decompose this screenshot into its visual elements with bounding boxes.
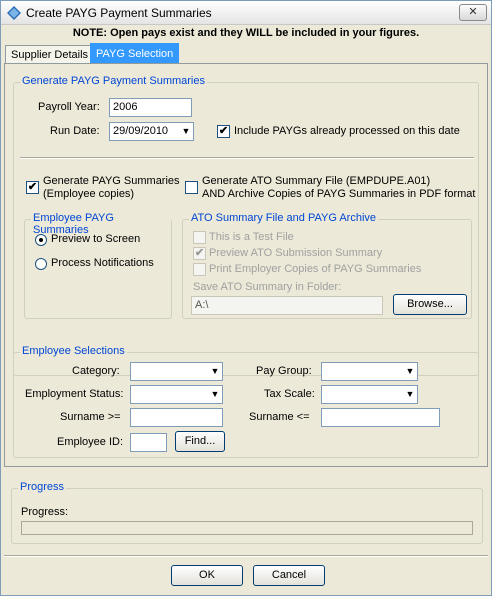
ato-summary-group: ATO Summary File and PAYG Archive This i… [182, 212, 472, 319]
category-select[interactable]: ▼ [130, 362, 223, 381]
process-notifications-radio[interactable] [35, 258, 47, 270]
check-icon: ✔ [194, 247, 205, 259]
print-employer-label: Print Employer Copies of PAYG Summaries [209, 263, 422, 275]
separator [20, 157, 474, 159]
footer-separator [4, 555, 488, 557]
gen-summaries-label-line1: Generate PAYG Summaries [43, 175, 180, 187]
generate-payg-legend: Generate PAYG Payment Summaries [20, 75, 207, 87]
chevron-down-icon: ▼ [403, 386, 417, 403]
employee-id-input[interactable] [130, 433, 167, 452]
pay-group-select[interactable]: ▼ [321, 362, 418, 381]
radio-dot [39, 238, 43, 242]
employment-status-select[interactable]: ▼ [130, 385, 223, 404]
gen-ato-label-line1: Generate ATO Summary File (EMPDUPE.A01) [202, 175, 431, 187]
print-employer-checkbox[interactable] [193, 263, 206, 276]
employee-payg-group: Employee PAYG Summaries Preview to Scree… [24, 212, 172, 319]
chevron-down-icon: ▼ [403, 363, 417, 380]
create-payg-dialog: Create PAYG Payment Summaries ✕ NOTE: Op… [0, 0, 492, 596]
surname-to-input[interactable] [321, 408, 440, 427]
close-icon: ✕ [468, 6, 478, 18]
payroll-year-label: Payroll Year: [38, 101, 100, 113]
tax-scale-label: Tax Scale: [264, 388, 315, 400]
test-file-checkbox[interactable] [193, 231, 206, 244]
check-icon: ✔ [27, 181, 38, 193]
preview-to-screen-label: Preview to Screen [51, 233, 141, 245]
progress-label: Progress: [21, 506, 69, 518]
open-pays-note: NOTE: Open pays exist and they WILL be i… [72, 27, 420, 39]
ok-button[interactable]: OK [171, 565, 243, 586]
gen-summaries-checkbox[interactable]: ✔ [26, 181, 39, 194]
ato-summary-legend: ATO Summary File and PAYG Archive [189, 212, 379, 224]
employee-selections-group: Employee Selections Category: ▼ Pay Grou… [13, 345, 479, 458]
tab-payg-selection[interactable]: PAYG Selection [90, 43, 180, 63]
payroll-year-input[interactable]: 2006 [109, 98, 192, 117]
run-date-value: 29/09/2010 [113, 125, 169, 137]
surname-from-input[interactable] [130, 408, 223, 427]
run-date-label: Run Date: [50, 125, 100, 137]
tax-scale-select[interactable]: ▼ [321, 385, 418, 404]
pay-group-label: Pay Group: [256, 365, 312, 377]
chevron-down-icon: ▼ [208, 386, 222, 403]
gen-ato-checkbox[interactable] [185, 181, 198, 194]
run-date-picker[interactable]: 29/09/2010 ▼ [109, 122, 194, 141]
app-diamond-icon [7, 6, 21, 20]
preview-ato-label: Preview ATO Submission Summary [209, 247, 383, 259]
gen-summaries-label-line2: (Employee copies) [43, 188, 135, 200]
employee-selections-legend: Employee Selections [20, 345, 127, 357]
category-label: Category: [72, 365, 120, 377]
include-processed-checkbox[interactable]: ✔ [217, 125, 230, 138]
include-processed-label: Include PAYGs already processed on this … [234, 125, 460, 137]
test-file-label: This is a Test File [209, 231, 294, 243]
employee-id-label: Employee ID: [57, 436, 124, 448]
surname-from-label: Surname >= [60, 411, 121, 423]
find-button[interactable]: Find... [175, 431, 225, 452]
window-title: Create PAYG Payment Summaries [26, 6, 212, 20]
progress-legend: Progress [18, 481, 67, 493]
process-notifications-label: Process Notifications [51, 257, 154, 269]
payg-selection-panel: Generate PAYG Payment Summaries Payroll … [4, 63, 488, 467]
preview-to-screen-radio[interactable] [35, 234, 47, 246]
employment-status-label: Employment Status: [25, 388, 124, 400]
gen-ato-label-line2: AND Archive Copies of PAYG Summaries in … [202, 188, 476, 200]
chevron-down-icon: ▼ [208, 363, 222, 380]
preview-ato-checkbox[interactable]: ✔ [193, 247, 206, 260]
browse-button[interactable]: Browse... [393, 294, 467, 315]
save-folder-input[interactable]: A:\ [191, 296, 383, 315]
progress-bar [21, 521, 473, 535]
save-folder-label: Save ATO Summary in Folder: [193, 281, 342, 293]
cancel-button[interactable]: Cancel [253, 565, 325, 586]
tab-supplier-details[interactable]: Supplier Details [5, 45, 95, 63]
surname-to-label: Surname <= [249, 411, 310, 423]
check-icon: ✔ [218, 125, 229, 137]
generate-payg-group: Generate PAYG Payment Summaries Payroll … [13, 75, 479, 376]
title-bar: Create PAYG Payment Summaries ✕ [1, 1, 491, 25]
progress-group: Progress Progress: [11, 481, 483, 544]
close-button[interactable]: ✕ [459, 4, 487, 21]
chevron-down-icon: ▼ [179, 123, 193, 140]
